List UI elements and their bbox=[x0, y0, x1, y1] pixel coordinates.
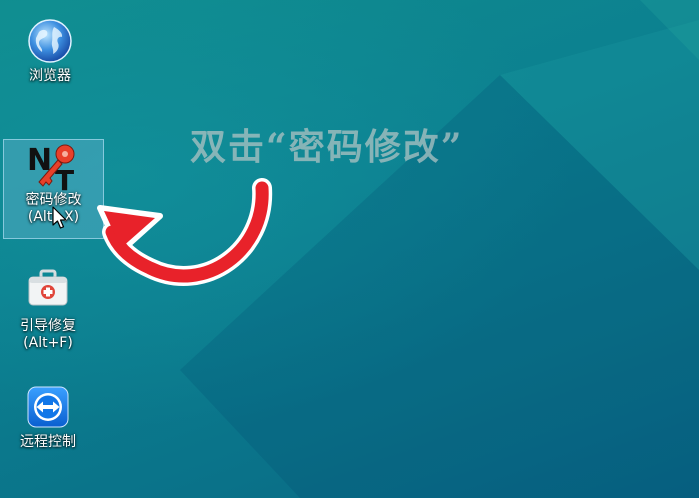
desktop[interactable]: 浏览器 N T 密码修改 (Alt+X) 引导 bbox=[0, 0, 699, 498]
mouse-cursor-icon bbox=[52, 206, 67, 229]
curved-arrow-icon bbox=[97, 178, 273, 286]
